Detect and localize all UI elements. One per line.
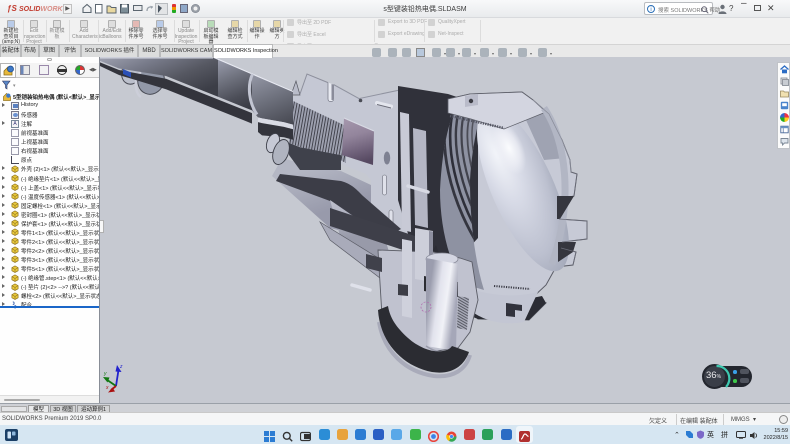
svg-text:z: z xyxy=(119,364,123,370)
svg-text:x: x xyxy=(105,385,109,391)
svg-text:y: y xyxy=(103,371,107,377)
